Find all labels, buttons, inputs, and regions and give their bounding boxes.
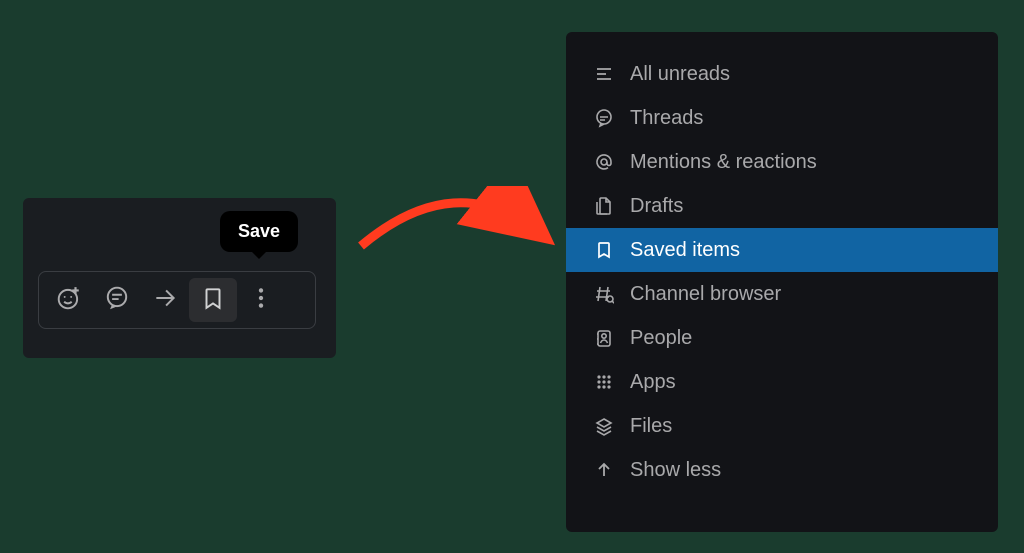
sidebar-item-threads[interactable]: Threads [566, 96, 998, 140]
more-vertical-icon [248, 285, 274, 316]
sidebar-item-label: All unreads [630, 63, 730, 86]
sidebar-item-label: Drafts [630, 195, 683, 218]
sidebar-item-apps[interactable]: Apps [566, 360, 998, 404]
message-actions-panel: Save [23, 198, 336, 358]
sidebar-item-show-less[interactable]: Show less [566, 448, 998, 492]
sidebar-item-label: Mentions & reactions [630, 151, 817, 174]
sidebar-item-mentions[interactable]: Mentions & reactions [566, 140, 998, 184]
apps-icon [594, 372, 624, 392]
emoji-add-icon [56, 285, 82, 316]
sidebar-item-people[interactable]: People [566, 316, 998, 360]
bookmark-icon [200, 285, 226, 316]
share-arrow-icon [152, 285, 178, 316]
share-button[interactable] [141, 278, 189, 322]
sidebar-item-label: Show less [630, 459, 721, 482]
arrow-illustration [356, 186, 556, 276]
reply-thread-button[interactable] [93, 278, 141, 322]
save-button[interactable] [189, 278, 237, 322]
threads-icon [594, 108, 624, 128]
sidebar-item-label: Files [630, 415, 672, 438]
channel-browser-icon [594, 284, 624, 304]
message-action-bar [38, 271, 316, 329]
thread-icon [104, 285, 130, 316]
sidebar-item-label: Threads [630, 107, 703, 130]
sidebar-panel: All unreads Threads Mentions & reactions… [566, 32, 998, 532]
unreads-icon [594, 64, 624, 84]
save-tooltip: Save [220, 211, 298, 252]
sidebar-item-label: Apps [630, 371, 676, 394]
tooltip-label: Save [238, 221, 280, 241]
more-actions-button[interactable] [237, 278, 285, 322]
people-icon [594, 328, 624, 348]
bookmark-icon [594, 240, 624, 260]
drafts-icon [594, 196, 624, 216]
sidebar-item-files[interactable]: Files [566, 404, 998, 448]
sidebar-item-all-unreads[interactable]: All unreads [566, 52, 998, 96]
sidebar-item-label: Saved items [630, 239, 740, 262]
arrow-up-icon [594, 460, 624, 480]
sidebar-item-saved[interactable]: Saved items [566, 228, 998, 272]
files-icon [594, 416, 624, 436]
sidebar-item-label: Channel browser [630, 283, 781, 306]
add-reaction-button[interactable] [45, 278, 93, 322]
mention-icon [594, 152, 624, 172]
sidebar-item-channel-browser[interactable]: Channel browser [566, 272, 998, 316]
sidebar-item-label: People [630, 327, 692, 350]
sidebar-item-drafts[interactable]: Drafts [566, 184, 998, 228]
